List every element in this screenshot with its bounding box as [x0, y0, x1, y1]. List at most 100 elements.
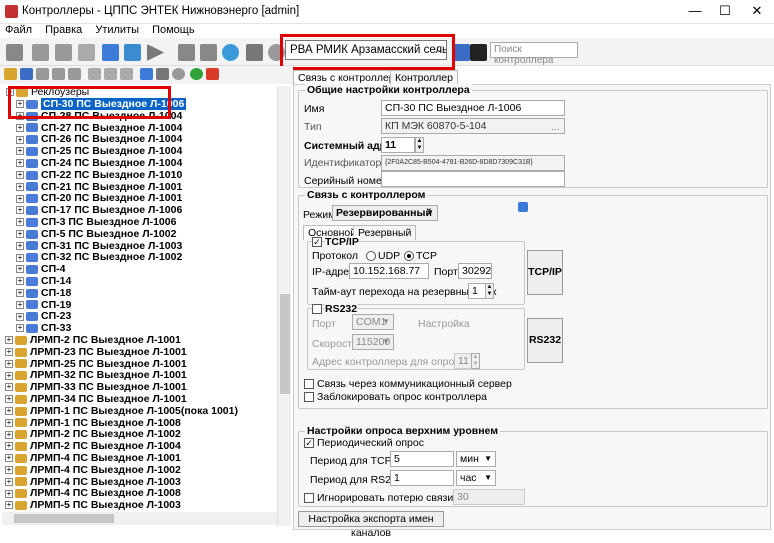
expand-icon[interactable]: +	[16, 123, 24, 132]
tree-item[interactable]: + ЛРМП-2 ПС Выездное Л-1002	[5, 428, 181, 440]
controller-icon[interactable]	[20, 68, 33, 80]
device-icon[interactable]	[68, 68, 81, 80]
tree-vscroll[interactable]	[277, 86, 291, 526]
tree-item[interactable]: + ЛРМП-4 ПС Выездное Л-1008	[5, 487, 181, 499]
expand-icon[interactable]: +	[16, 265, 24, 274]
tcp-button[interactable]: TCP/IP	[527, 250, 563, 295]
comm-server-checkbox[interactable]	[304, 379, 314, 389]
menu-help[interactable]: Помощь	[152, 24, 195, 36]
tree-item[interactable]: + ЛРМП-4 ПС Выездное Л-1003	[5, 476, 181, 488]
expand-icon[interactable]: +	[16, 312, 24, 321]
tree-item[interactable]: + СП-32 ПС Выездное Л-1002	[16, 251, 182, 263]
expand-icon[interactable]: +	[5, 489, 13, 498]
link-icon[interactable]	[52, 68, 65, 80]
tree-item[interactable]: + СП-28 ПС Выездное Л-1004	[16, 110, 182, 122]
port-field[interactable]: 30292	[458, 263, 492, 279]
expand-icon[interactable]: +	[16, 182, 24, 191]
expand-icon[interactable]: +	[16, 159, 24, 168]
expand-icon[interactable]: +	[16, 289, 24, 298]
expand-icon[interactable]: +	[5, 336, 13, 345]
stop-icon[interactable]	[178, 44, 195, 61]
controller-combo[interactable]: РВА РМИК Арзамасский сельскх ⌄	[285, 40, 447, 60]
expand-icon[interactable]: +	[5, 454, 13, 463]
menu-file[interactable]: Файл	[5, 24, 32, 36]
expand-icon[interactable]: +	[16, 112, 24, 121]
tree-item[interactable]: + СП-24 ПС Выездное Л-1004	[16, 157, 182, 169]
expand-icon[interactable]: +	[5, 348, 13, 357]
terminal-icon[interactable]	[470, 44, 487, 61]
controller-tree[interactable]: − Реклоузеры + СП-30 ПС Выездное Л-1006 + СП…	[2, 86, 276, 526]
tree-item[interactable]: + ЛРМП-2 ПС Выездное Л-1001	[5, 334, 181, 346]
tree-item[interactable]: + СП-22 ПС Выездное Л-1010	[16, 169, 182, 181]
add-icon[interactable]	[190, 68, 203, 80]
expand-icon[interactable]: +	[5, 359, 13, 368]
tree-item[interactable]: + ЛРМП-2 ПС Выездное Л-1004	[5, 440, 181, 452]
close-button[interactable]: ✕	[742, 0, 772, 24]
search-input[interactable]: Поиск контроллера	[490, 42, 578, 66]
type-browse-button[interactable]: ...	[551, 121, 560, 133]
cut-icon-small[interactable]	[88, 68, 101, 80]
tree-item[interactable]: + ЛРМП-1 ПС Выездное Л-1008	[5, 417, 181, 429]
tree-item[interactable]: + СП-31 ПС Выездное Л-1003	[16, 240, 182, 252]
scroll-thumb-h[interactable]	[14, 514, 114, 523]
rs-period-field[interactable]: 1	[390, 470, 454, 486]
udp-radio[interactable]	[366, 251, 376, 261]
expand-icon[interactable]: +	[16, 135, 24, 144]
sysaddr-field[interactable]: 11	[381, 137, 415, 153]
list-icon[interactable]	[102, 44, 119, 61]
delete-icon[interactable]	[206, 68, 219, 80]
rs232-checkbox[interactable]	[312, 304, 322, 314]
block-poll-checkbox[interactable]	[304, 392, 314, 402]
expand-icon[interactable]: +	[5, 477, 13, 486]
down-icon[interactable]	[156, 68, 169, 80]
stop-square-icon[interactable]	[246, 44, 263, 61]
expand-icon[interactable]: +	[16, 194, 24, 203]
tree-item[interactable]: + СП-18	[16, 287, 71, 299]
rs232-button[interactable]: RS232	[527, 318, 563, 363]
menu-utilities[interactable]: Утилиты	[95, 24, 139, 36]
expand-icon[interactable]: +	[16, 171, 24, 180]
arrow-icon[interactable]	[518, 202, 528, 212]
maximize-button[interactable]: ☐	[710, 0, 740, 24]
tree-item[interactable]: + СП-33	[16, 322, 71, 334]
collapse-icon[interactable]: −	[6, 88, 14, 97]
sysaddr-spinner[interactable]: ▲ ▼	[415, 137, 424, 153]
tree-root[interactable]: − Реклоузеры	[6, 86, 89, 98]
expand-icon[interactable]: +	[5, 442, 13, 451]
expand-icon[interactable]: +	[16, 241, 24, 250]
expand-icon[interactable]: +	[16, 277, 24, 286]
copy-icon[interactable]	[55, 44, 72, 61]
tcp-checkbox[interactable]: ✓	[312, 237, 322, 247]
serial-field[interactable]	[381, 171, 565, 187]
expand-icon[interactable]: +	[16, 324, 24, 333]
tree-item[interactable]: + ЛРМП-23 ПС Выездное Л-1001	[5, 346, 187, 358]
cut-icon[interactable]	[32, 44, 49, 61]
export-button[interactable]: Настройка экспорта имен каналов	[298, 511, 444, 539]
info-icon[interactable]	[172, 68, 185, 80]
rs-unit-select[interactable]: час ▼	[456, 470, 496, 486]
record-icon[interactable]	[200, 44, 217, 61]
expand-icon[interactable]: +	[5, 383, 13, 392]
mode-select[interactable]: Резервированный ▼	[332, 205, 438, 221]
expand-icon[interactable]: +	[16, 300, 24, 309]
tcp-radio[interactable]	[404, 251, 414, 261]
save-icon[interactable]	[6, 44, 23, 61]
upload-icon[interactable]	[124, 44, 141, 61]
tcp-unit-select[interactable]: мин ▼	[456, 451, 496, 467]
timeout-field[interactable]: 1	[468, 283, 486, 299]
expand-icon[interactable]: +	[5, 430, 13, 439]
tree-item[interactable]: + ЛРМП-33 ПС Выездное Л-1001	[5, 381, 187, 393]
expand-icon[interactable]: +	[16, 230, 24, 239]
tree-item[interactable]: + СП-30 ПС Выездное Л-1006	[16, 98, 187, 110]
ignore-checkbox[interactable]	[304, 493, 314, 503]
minimize-button[interactable]: —	[680, 0, 710, 24]
globe-icon[interactable]	[222, 44, 239, 61]
menu-edit[interactable]: Правка	[45, 24, 82, 36]
paste-icon[interactable]	[78, 44, 95, 61]
paste-icon-small[interactable]	[120, 68, 133, 80]
expand-icon[interactable]: +	[5, 371, 13, 380]
expand-icon[interactable]: +	[5, 501, 13, 510]
tree-hscroll[interactable]	[2, 512, 277, 525]
tree-item[interactable]: + СП-17 ПС Выездное Л-1006	[16, 204, 182, 216]
folder-icon[interactable]	[4, 68, 17, 80]
